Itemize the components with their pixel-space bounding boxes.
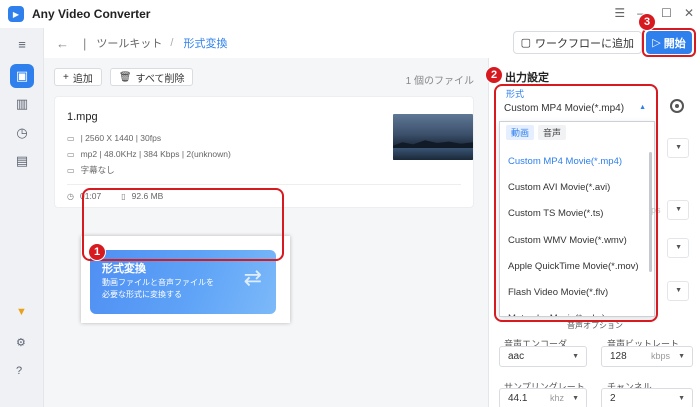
- video-meta-text: | 2560 X 1440 | 30fps: [80, 133, 162, 143]
- file-name: 1.mpg: [67, 111, 98, 123]
- thumbnail-lake: [393, 148, 473, 160]
- action-row: + 追加 🗑 すべて削除: [54, 68, 194, 86]
- chevron-down-icon: ▼: [678, 395, 685, 402]
- start-highlight: [642, 28, 696, 57]
- settings-icon[interactable]: ⚙: [16, 336, 26, 349]
- video-icon: ▭: [67, 133, 75, 143]
- subtitle-meta: ▭ 字幕なし: [67, 164, 115, 176]
- sample-rate-unit: khz: [549, 393, 564, 403]
- hidden-select[interactable]: ▼: [667, 138, 689, 158]
- audio-meta: ▭ mp2 | 48.0KHz | 384 Kbps | 2(unknown): [67, 149, 231, 159]
- add-to-workflow-button[interactable]: ▢ ワークフローに追加: [512, 31, 642, 54]
- workflow-icon: ▢: [520, 37, 531, 49]
- convert-arrows-icon: ⇄: [243, 265, 262, 290]
- add-to-workflow-label: ワークフローに追加: [535, 37, 634, 50]
- audio-encoder-value: aac: [508, 351, 525, 362]
- left-rail: ≡ ▣ ▥ ◷ ▤ ▼ ⚙ ?: [0, 28, 44, 407]
- chevron-down-icon: ▼: [572, 353, 579, 360]
- hidden-select[interactable]: ▼: [667, 238, 689, 258]
- chevron-down-icon: ▼: [675, 287, 682, 294]
- plus-icon: +: [63, 71, 69, 83]
- title-bar: ▶ Any Video Converter ☰ — ☐ ✕: [0, 0, 700, 28]
- video-thumbnail[interactable]: [393, 114, 473, 160]
- feature-highlight: [82, 188, 284, 261]
- chevron-down-icon: ▼: [675, 144, 682, 151]
- history-icon[interactable]: ◷: [10, 121, 34, 145]
- breadcrumb-separator: /: [170, 37, 174, 49]
- subtitle-icon: ▭: [67, 165, 75, 175]
- audio-bitrate-select[interactable]: 128 kbps ▼: [601, 346, 693, 367]
- chevron-down-icon: ▼: [675, 244, 682, 251]
- tasks-icon[interactable]: ▤: [10, 149, 34, 173]
- add-button[interactable]: + 追加: [54, 68, 102, 86]
- audio-encoder-select[interactable]: aac ▼: [499, 346, 587, 367]
- close-icon[interactable]: ✕: [684, 6, 694, 20]
- clock-icon: ◷: [67, 191, 74, 201]
- app-title: Any Video Converter: [32, 7, 151, 21]
- breadcrumb-current: 形式変換: [183, 38, 228, 50]
- channel-value: 2: [610, 393, 616, 404]
- hidden-select[interactable]: ▼: [667, 200, 689, 220]
- sample-rate-select[interactable]: 44.1 khz ▼: [499, 388, 587, 407]
- sample-rate-value: 44.1: [508, 393, 528, 404]
- output-settings-title: 出力設定: [505, 72, 549, 84]
- file-card-divider: [67, 184, 461, 185]
- add-label: 追加: [72, 73, 93, 85]
- step-badge-1: 1: [88, 243, 106, 261]
- audio-icon: ▭: [67, 149, 75, 159]
- subtitle-meta-text: 字幕なし: [80, 165, 115, 175]
- cart-icon[interactable]: ▼: [16, 306, 27, 318]
- hidden-select[interactable]: ▼: [667, 281, 689, 301]
- feature-description: 動画ファイルと音声ファイルを必要な形式に変換する: [102, 278, 214, 299]
- toolkit-icon[interactable]: ▣: [10, 64, 34, 88]
- delete-all-button[interactable]: 🗑 すべて削除: [109, 68, 194, 86]
- sidebar-toggle-icon[interactable]: ≡: [10, 32, 34, 56]
- file-count: 1 個のファイル: [405, 76, 474, 87]
- chevron-down-icon: ▼: [678, 353, 685, 360]
- audio-bitrate-value: 128: [610, 351, 627, 362]
- audio-meta-text: mp2 | 48.0KHz | 384 Kbps | 2(unknown): [80, 149, 231, 159]
- delete-all-label: すべて削除: [135, 73, 185, 85]
- maximize-icon[interactable]: ☐: [661, 6, 672, 20]
- menu-icon[interactable]: ☰: [614, 6, 625, 20]
- audio-bitrate-unit: kbps: [650, 351, 670, 361]
- step-badge-3: 3: [638, 13, 656, 31]
- step-badge-2: 2: [485, 66, 503, 84]
- separator-icon: |: [83, 35, 87, 51]
- feature-title: 形式変換: [102, 263, 146, 275]
- help-icon[interactable]: ?: [16, 365, 22, 377]
- video-meta: ▭ | 2560 X 1440 | 30fps: [67, 133, 161, 143]
- trash-icon: 🗑: [118, 71, 132, 83]
- library-icon[interactable]: ▥: [10, 92, 34, 116]
- chevron-down-icon: ▼: [572, 395, 579, 402]
- channel-select[interactable]: 2 ▼: [601, 388, 693, 407]
- breadcrumb-toolkit[interactable]: ツールキット: [96, 35, 162, 51]
- back-icon[interactable]: ←: [56, 36, 69, 51]
- toolbar: ← | ツールキット / 形式変換 ▢ ワークフローに追加 ▷ 開始: [44, 28, 700, 58]
- app-logo-icon: ▶: [8, 6, 24, 22]
- chevron-down-icon: ▼: [675, 206, 682, 213]
- format-settings-icon[interactable]: [670, 99, 684, 113]
- dropdown-highlight: [494, 84, 658, 322]
